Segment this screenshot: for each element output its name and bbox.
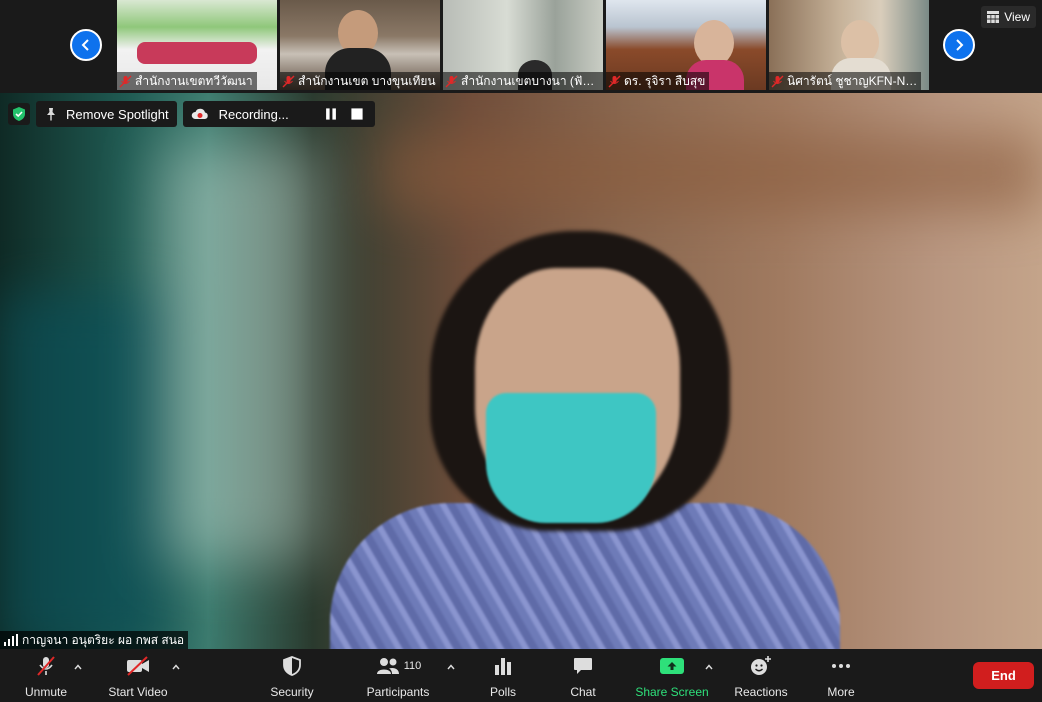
participant-thumbnail[interactable]: สำนักงานเขตทวีวัฒนา xyxy=(117,0,277,90)
reactions-label: Reactions xyxy=(734,685,788,699)
chevron-up-icon xyxy=(172,664,180,670)
share-screen-label: Share Screen xyxy=(635,685,709,699)
speaker-name: กาญจนา อนุตริยะ ผอ กพส สนอ xyxy=(22,632,185,647)
participants-label: Participants xyxy=(366,685,430,699)
unmute-label: Unmute xyxy=(24,685,68,699)
remove-spotlight-label: Remove Spotlight xyxy=(66,106,169,122)
end-label: End xyxy=(991,668,1016,683)
recording-status: Recording... xyxy=(182,101,375,127)
smiley-add-icon xyxy=(751,656,771,675)
participant-thumbnail-strip: สำนักงานเขตทวีวัฒนา สำนักงานเขต บางขุนเท… xyxy=(0,0,1042,93)
more-button[interactable]: More xyxy=(824,653,858,699)
participants-count: 110 xyxy=(403,660,422,672)
participant-thumbnail[interactable]: ดร. รุจิรา สืบสุข xyxy=(606,0,766,90)
start-video-button[interactable]: Start Video xyxy=(107,653,169,699)
chevron-up-icon xyxy=(74,664,82,670)
chevron-up-icon xyxy=(447,664,455,670)
security-label: Security xyxy=(270,685,314,699)
view-button[interactable]: View xyxy=(981,6,1036,28)
polls-label: Polls xyxy=(489,685,516,699)
spotlight-video xyxy=(0,93,1042,649)
unmute-button[interactable]: Unmute xyxy=(22,653,70,699)
audio-options-caret[interactable] xyxy=(73,659,83,670)
mic-muted-icon xyxy=(119,75,132,87)
share-options-caret[interactable] xyxy=(704,659,714,670)
next-page-button[interactable] xyxy=(943,29,975,61)
share-screen-icon xyxy=(660,658,684,674)
chevron-right-icon xyxy=(956,39,964,51)
participant-name: นิศารัตน์ ชูชาญKFN-N… xyxy=(787,73,918,88)
grid-view-icon xyxy=(987,11,1000,23)
mic-muted-icon xyxy=(608,75,621,87)
participant-name-tag: ดร. รุจิรา สืบสุข xyxy=(606,72,710,90)
participant-thumbnail[interactable]: นิศารัตน์ ชูชาญKFN-N… xyxy=(769,0,929,90)
video-off-icon xyxy=(127,656,149,676)
remove-spotlight-button[interactable]: Remove Spotlight xyxy=(36,101,177,127)
chat-button[interactable]: Chat xyxy=(568,653,598,699)
speaker-name-tag: กาญจนา อนุตริยะ ผอ กพส สนอ xyxy=(0,631,189,649)
share-screen-button[interactable]: Share Screen xyxy=(635,653,709,699)
meeting-top-controls: Remove Spotlight Recording... xyxy=(8,101,375,127)
view-label: View xyxy=(1004,10,1030,24)
mic-muted-icon xyxy=(37,656,55,676)
cloud-recording-icon xyxy=(191,108,208,119)
participant-name-tag: สำนักงานเขตบางนา (ฟัช… xyxy=(443,72,603,90)
signal-strength-icon xyxy=(4,634,18,646)
participants-options-caret[interactable] xyxy=(446,659,456,670)
pause-icon xyxy=(325,108,336,120)
participant-name: สำนักงานเขตบางนา (ฟัช… xyxy=(461,73,599,88)
end-meeting-button[interactable]: End xyxy=(973,662,1034,689)
more-label: More xyxy=(827,685,855,699)
polls-button[interactable]: Polls xyxy=(487,653,519,699)
ellipsis-icon xyxy=(832,664,850,668)
security-button[interactable]: Security xyxy=(268,653,316,699)
mic-muted-icon xyxy=(771,75,784,87)
mic-muted-icon xyxy=(282,75,295,87)
video-options-caret[interactable] xyxy=(171,659,181,670)
participant-name-tag: นิศารัตน์ ชูชาญKFN-N… xyxy=(769,72,922,90)
chat-label: Chat xyxy=(570,685,596,699)
participant-name-tag: สำนักงานเขตทวีวัฒนา xyxy=(117,72,257,90)
participant-name: ดร. รุจิรา สืบสุข xyxy=(624,73,706,88)
stop-recording-button[interactable] xyxy=(349,106,365,122)
mic-muted-icon xyxy=(445,75,458,87)
stop-icon xyxy=(351,108,363,120)
chevron-up-icon xyxy=(705,664,713,670)
speaker-face-mask xyxy=(486,393,656,523)
participant-name: สำนักงานเขตทวีวัฒนา xyxy=(135,73,253,88)
pause-recording-button[interactable] xyxy=(323,106,339,122)
participant-thumbnail[interactable]: สำนักงานเขต บางขุนเทียน xyxy=(280,0,440,90)
participant-thumbnail[interactable]: สำนักงานเขตบางนา (ฟัช… xyxy=(443,0,603,90)
pin-icon xyxy=(47,108,55,121)
chat-bubble-icon xyxy=(574,658,592,674)
start-video-label: Start Video xyxy=(108,685,168,699)
participants-button[interactable]: 110 Participants xyxy=(366,653,430,699)
people-icon xyxy=(376,658,399,674)
participant-name: สำนักงานเขต บางขุนเทียน xyxy=(298,73,436,88)
meeting-toolbar: Unmute Start Video Security 110 Particip… xyxy=(0,649,1042,702)
recording-label: Recording... xyxy=(218,106,289,122)
shield-icon xyxy=(283,656,301,676)
previous-page-button[interactable] xyxy=(70,29,102,61)
participant-name-tag: สำนักงานเขต บางขุนเทียน xyxy=(280,72,440,90)
bar-chart-icon xyxy=(495,658,511,675)
encryption-shield-icon[interactable] xyxy=(8,103,30,125)
chevron-left-icon xyxy=(81,39,89,51)
reactions-button[interactable]: Reactions xyxy=(733,653,789,699)
